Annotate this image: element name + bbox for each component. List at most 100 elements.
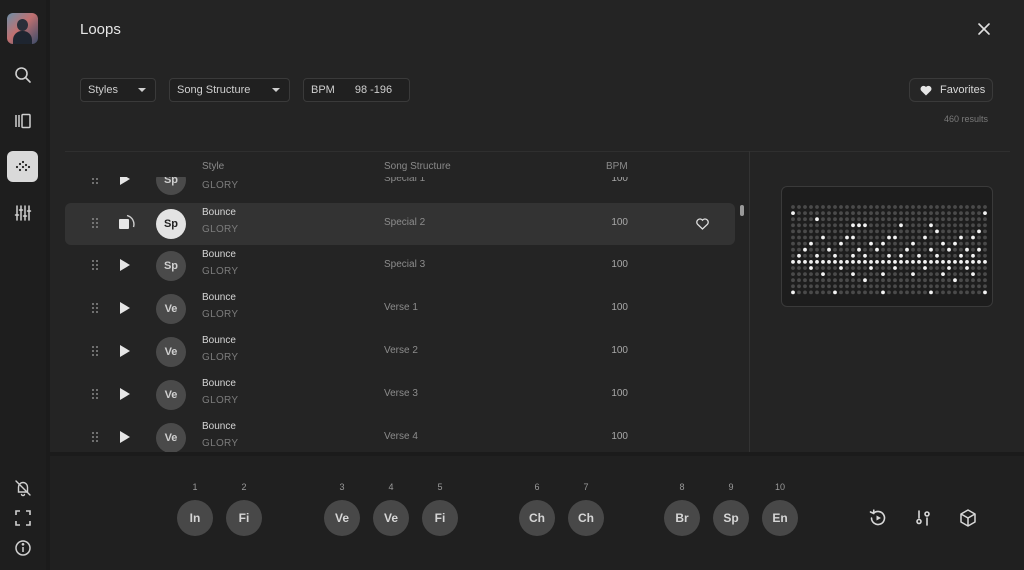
search-icon[interactable] xyxy=(7,59,38,90)
pattern-dot xyxy=(941,235,945,240)
pattern-dot xyxy=(797,217,801,222)
table-row[interactable]: Ve Bounce GLORY Verse 1 100 xyxy=(65,288,735,330)
pattern-dot xyxy=(965,247,969,252)
pattern-dot xyxy=(947,260,951,264)
arrangement-slot[interactable]: Sp xyxy=(713,500,749,536)
pattern-dot xyxy=(845,290,849,295)
bpm-filter[interactable]: BPM 98 -196 xyxy=(303,78,410,102)
pattern-dot xyxy=(863,223,867,228)
play-icon[interactable] xyxy=(120,345,130,357)
fullscreen-icon[interactable] xyxy=(7,502,38,533)
close-icon[interactable] xyxy=(976,21,992,37)
drag-handle-icon[interactable] xyxy=(92,177,100,186)
heart-outline-icon[interactable] xyxy=(696,218,709,230)
drag-handle-icon[interactable] xyxy=(92,432,100,444)
arrangement-slot[interactable]: Ve xyxy=(373,500,409,536)
bpm-cell: 100 xyxy=(611,345,628,356)
style-subtitle: GLORY xyxy=(202,395,239,406)
play-icon[interactable] xyxy=(120,431,130,443)
pattern-dot xyxy=(899,272,903,276)
pattern-dot xyxy=(911,266,915,270)
scrollbar-thumb[interactable] xyxy=(740,205,744,216)
stop-icon[interactable] xyxy=(119,219,129,229)
table-row[interactable]: Sp Bounce GLORY Special 3 100 xyxy=(65,245,735,287)
pattern-dot xyxy=(965,211,969,215)
info-icon[interactable] xyxy=(7,532,38,563)
arrangement-slot[interactable]: Ch xyxy=(568,500,604,536)
play-icon[interactable] xyxy=(120,177,130,185)
table-row[interactable]: Ve Bounce GLORY Verse 3 100 xyxy=(65,374,735,416)
cube-icon[interactable] xyxy=(958,508,978,528)
pattern-dot xyxy=(791,217,795,222)
pattern-dot xyxy=(935,217,939,222)
pattern-dot xyxy=(929,272,933,276)
column-header-bpm[interactable]: BPM xyxy=(606,161,628,172)
pattern-dot xyxy=(851,211,855,215)
pattern-dot xyxy=(887,235,891,240)
column-header-style[interactable]: Style xyxy=(202,161,224,172)
pattern-dot xyxy=(875,284,879,289)
arrangement-slot[interactable]: En xyxy=(762,500,798,536)
loops-icon[interactable] xyxy=(7,151,38,182)
table-row[interactable]: Ve Bounce GLORY Verse 4 100 xyxy=(65,417,735,452)
pattern-dot xyxy=(797,223,801,228)
drag-handle-icon[interactable] xyxy=(92,218,100,230)
library-icon[interactable] xyxy=(7,105,38,136)
pattern-dot xyxy=(911,260,915,264)
pattern-dot xyxy=(791,272,795,276)
drag-handle-icon[interactable] xyxy=(92,303,100,315)
pattern-dot xyxy=(917,284,921,289)
pattern-dot xyxy=(869,211,873,215)
pattern-dot xyxy=(983,217,987,222)
pattern-dot xyxy=(959,260,963,264)
pattern-dot xyxy=(851,266,855,270)
mixer-icon[interactable] xyxy=(7,197,38,228)
arrangement-slot[interactable]: Fi xyxy=(422,500,458,536)
pattern-dot xyxy=(899,247,903,252)
column-header-song-structure[interactable]: Song Structure xyxy=(384,161,451,172)
favorites-button[interactable]: Favorites xyxy=(909,78,993,102)
pattern-dot xyxy=(911,223,915,228)
sliders-icon[interactable] xyxy=(913,508,933,528)
table-row[interactable]: Sp Bounce GLORY Special 2 100 xyxy=(65,203,735,245)
pattern-dot xyxy=(815,272,819,276)
pattern-dot xyxy=(857,290,861,295)
table-row[interactable]: Ve Bounce GLORY Verse 2 100 xyxy=(65,331,735,373)
play-icon[interactable] xyxy=(120,388,130,400)
arrangement-slot[interactable]: Br xyxy=(664,500,700,536)
pattern-dot xyxy=(971,235,975,240)
drag-handle-icon[interactable] xyxy=(92,260,100,272)
pattern-dot xyxy=(803,253,807,258)
arrangement-slot[interactable]: Ch xyxy=(519,500,555,536)
drag-handle-icon[interactable] xyxy=(92,346,100,358)
pattern-dot xyxy=(977,241,981,246)
table-row[interactable]: SpBounceGLORYSpecial 1100 xyxy=(65,177,735,201)
pattern-dot xyxy=(797,272,801,276)
pattern-dot xyxy=(893,266,897,270)
pattern-dot xyxy=(983,260,987,264)
loops-panel: Loops Styles Song Structure BPM 98 -196 … xyxy=(50,0,1024,452)
pattern-dot xyxy=(977,205,981,209)
pattern-dot xyxy=(845,253,849,258)
pattern-dot xyxy=(983,235,987,240)
pattern-dot xyxy=(953,278,957,283)
bell-off-icon[interactable] xyxy=(7,472,38,503)
drag-handle-icon[interactable] xyxy=(92,389,100,401)
play-icon[interactable] xyxy=(120,259,130,271)
pattern-dot xyxy=(797,278,801,283)
arrangement-slot[interactable]: In xyxy=(177,500,213,536)
pattern-dot xyxy=(887,247,891,252)
avatar[interactable] xyxy=(7,13,38,44)
pattern-dot xyxy=(851,253,855,258)
pattern-dot xyxy=(833,260,837,264)
styles-dropdown[interactable]: Styles xyxy=(80,78,156,102)
pattern-dot xyxy=(863,260,867,264)
history-icon[interactable] xyxy=(868,508,888,528)
section-badge: Ve xyxy=(156,294,186,324)
pattern-dot xyxy=(923,211,927,215)
pattern-dot xyxy=(797,235,801,240)
song-structure-dropdown[interactable]: Song Structure xyxy=(169,78,290,102)
arrangement-slot[interactable]: Ve xyxy=(324,500,360,536)
arrangement-slot[interactable]: Fi xyxy=(226,500,262,536)
play-icon[interactable] xyxy=(120,302,130,314)
